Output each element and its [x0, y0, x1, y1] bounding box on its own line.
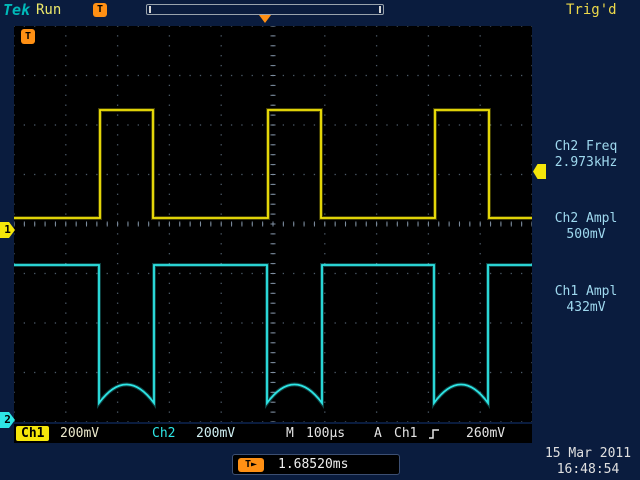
- trigger-time-readout: T► 1.68520ms: [232, 454, 400, 475]
- measurement-label: Ch1 Ampl: [534, 284, 638, 300]
- graticule-grid: [14, 26, 532, 422]
- record-bracket-left: [149, 6, 151, 13]
- datetime-display: 15 Mar 2011 16:48:54: [538, 446, 638, 478]
- brand-logo: Tek: [3, 1, 30, 19]
- date-text: 15 Mar 2011: [538, 446, 638, 462]
- trigger-icon: T: [93, 3, 107, 17]
- trigger-level-value: 260mV: [466, 424, 505, 443]
- ch2-ground-marker: 2: [0, 412, 15, 428]
- trigger-time-icon: T►: [238, 458, 264, 472]
- acquisition-status: Run: [36, 2, 61, 18]
- trigger-position-arrow-icon: [259, 15, 271, 23]
- ch2-label: Ch2: [152, 424, 175, 443]
- ch1-ground-marker: 1: [0, 222, 15, 238]
- measurement-value: 432mV: [534, 300, 638, 316]
- trigger-source: Ch1: [394, 424, 417, 443]
- record-view-bar: [146, 4, 384, 15]
- waveform-display: [14, 26, 532, 422]
- measurement-value: 2.973kHz: [534, 155, 638, 171]
- graticule-screen: T: [14, 26, 532, 422]
- ch1-scale: 200mV: [60, 424, 99, 443]
- trigger-status: Trig'd: [566, 2, 617, 18]
- trigger-marker-icon: T: [21, 29, 35, 44]
- ch2-scale: 200mV: [196, 424, 235, 443]
- measurement-value: 500mV: [534, 227, 638, 243]
- measurement-ch2-freq: Ch2 Freq 2.973kHz: [534, 139, 638, 171]
- timebase-value: 100µs: [306, 424, 345, 443]
- trigger-time-value: 1.68520ms: [278, 457, 348, 472]
- timebase-label: M: [286, 424, 294, 443]
- measurement-label: Ch2 Freq: [534, 139, 638, 155]
- measurement-ch2-ampl: Ch2 Ampl 500mV: [534, 211, 638, 243]
- time-text: 16:48:54: [538, 462, 638, 478]
- record-bracket-right: [379, 6, 381, 13]
- oscilloscope-display: { "header": { "brand": "Tek", "acq_statu…: [0, 0, 640, 480]
- ch1-label-badge: Ch1: [16, 426, 49, 441]
- measurement-ch1-ampl: Ch1 Ampl 432mV: [534, 284, 638, 316]
- status-bar: Ch1 200mV Ch2 200mV M 100µs A Ch1 260mV: [14, 424, 532, 443]
- trigger-mode-label: A: [374, 424, 382, 443]
- rising-edge-slope-icon: [428, 427, 440, 447]
- measurement-label: Ch2 Ampl: [534, 211, 638, 227]
